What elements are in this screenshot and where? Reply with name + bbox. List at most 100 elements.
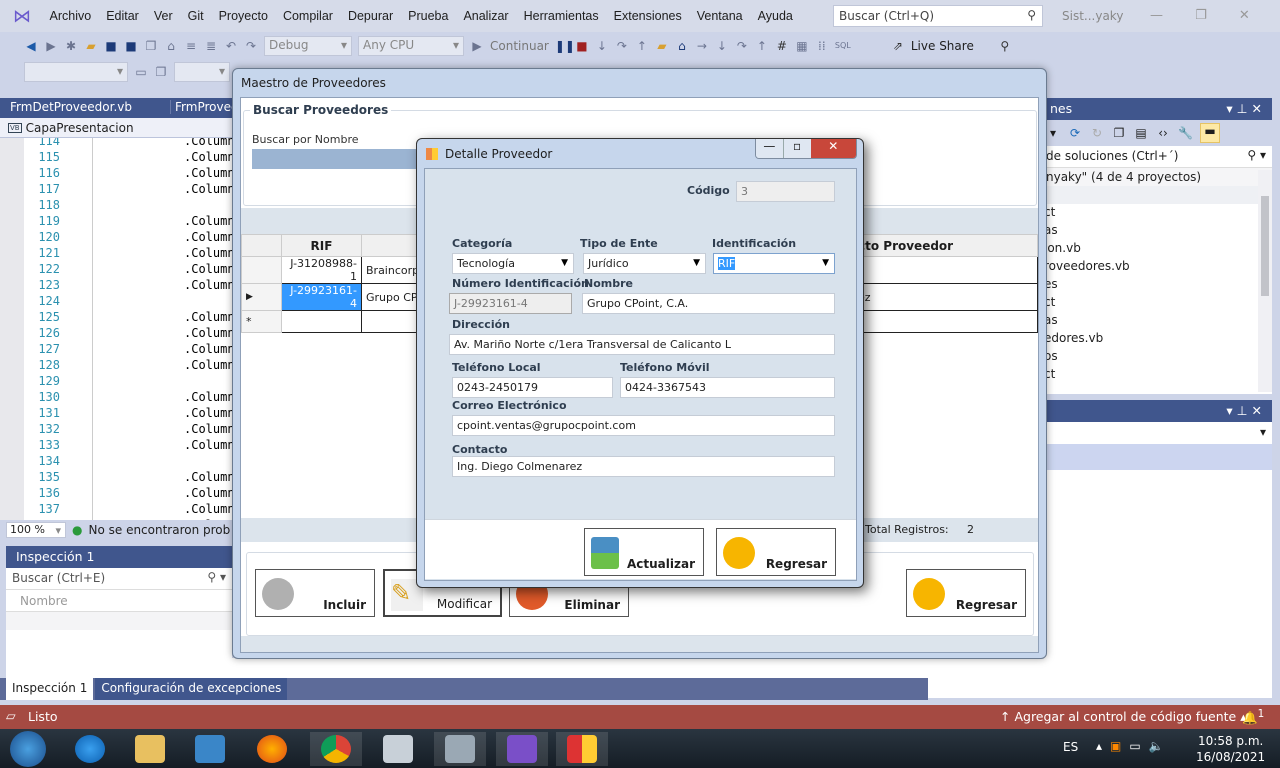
cell-rif[interactable]: J-31208988-1	[281, 256, 362, 284]
sql-icon[interactable]: SQL	[835, 39, 851, 53]
solution-root[interactable]: nyaky" (4 de 4 proyectos)	[1040, 168, 1272, 186]
taskbar-calculator-icon[interactable]	[372, 732, 424, 766]
search-input[interactable]: Buscar (Ctrl+Q) ⚲	[833, 5, 1043, 27]
clock-time[interactable]: 10:58 p.m.	[1198, 734, 1263, 748]
col-contacto[interactable]: cto Proveedor	[853, 234, 1038, 257]
scroll-area[interactable]	[232, 658, 928, 678]
actualizar-button[interactable]: Actualizar	[584, 528, 704, 576]
solution-tree-item[interactable]: roveedores.vb	[1040, 258, 1272, 276]
telefono-local-input[interactable]: 0243-2450179	[452, 377, 613, 398]
forward-icon[interactable]: ▶	[44, 39, 58, 53]
solution-scrollbar[interactable]	[1258, 170, 1272, 392]
issues-status[interactable]: No se encontraron prob	[88, 523, 230, 537]
direccion-input[interactable]: Av. Mariño Norte c/1era Transversal de C…	[449, 334, 835, 355]
tray-icons[interactable]: ▴▣▭🔈	[1096, 739, 1172, 753]
regresar-button[interactable]: Regresar	[906, 569, 1026, 617]
save-all-icon[interactable]: ■	[124, 39, 138, 53]
col-rif[interactable]: RIF	[281, 234, 362, 257]
properties-object-dropdown[interactable]: ▾	[1040, 422, 1272, 444]
scrollbar-thumb[interactable]	[1261, 196, 1269, 296]
menu-proyecto[interactable]: Proyecto	[211, 9, 275, 23]
pause-icon[interactable]: ❚❚	[555, 39, 575, 53]
feedback-icon[interactable]: ⚲	[998, 39, 1012, 53]
current-row-icon[interactable]: ▶	[241, 283, 282, 311]
code-line[interactable]: .Column	[184, 342, 232, 356]
correo-input[interactable]: cpoint.ventas@grupocpoint.com	[452, 415, 835, 436]
menu-herramientas[interactable]: Herramientas	[516, 9, 606, 23]
cell-rif[interactable]: J-29923161-4	[281, 283, 362, 311]
show-all-icon[interactable]: ▤	[1134, 126, 1148, 140]
code-line[interactable]: .Column	[184, 438, 232, 452]
toolbar-combo-2[interactable]	[174, 62, 230, 82]
continue-button[interactable]: Continuar	[490, 39, 549, 53]
code-view-icon[interactable]: ‹›	[1156, 126, 1170, 140]
minimize-button[interactable]: —	[756, 139, 783, 158]
home-icon[interactable]: ⌂	[675, 39, 689, 53]
codigo-input[interactable]: 3	[736, 181, 835, 202]
undo-icon[interactable]: ↶	[224, 39, 238, 53]
menu-extensiones[interactable]: Extensiones	[606, 9, 689, 23]
solution-tree-item[interactable]: edores.vb	[1040, 330, 1272, 348]
clock-date[interactable]: 16/08/2021	[1196, 750, 1265, 764]
live-share-icon[interactable]: ⇗	[891, 39, 905, 53]
properties-icon[interactable]: 🔧	[1178, 126, 1193, 140]
menu-prueba[interactable]: Prueba	[401, 9, 456, 23]
volume-icon[interactable]: 🔈	[1149, 739, 1172, 753]
taskbar-tools-icon[interactable]	[434, 732, 486, 766]
code-line[interactable]: .Column	[184, 422, 232, 436]
code-line[interactable]: .Column	[184, 326, 232, 340]
code-line[interactable]: .Column	[184, 262, 232, 276]
code-line[interactable]: .Column	[184, 502, 232, 516]
numero-input[interactable]: J-29923161-4	[449, 293, 572, 314]
lock-icon[interactable]: ⌂	[164, 39, 178, 53]
code-line[interactable]: .Column	[184, 310, 232, 324]
menu-compilar[interactable]: Compilar	[275, 9, 340, 23]
close-button[interactable]: ✕	[810, 139, 856, 158]
save-icon[interactable]: ■	[104, 39, 118, 53]
language-indicator[interactable]: ES	[1063, 740, 1078, 754]
row-header[interactable]	[241, 256, 282, 284]
new-row-icon[interactable]: *	[241, 310, 282, 333]
play-icon[interactable]: ▶	[470, 39, 484, 53]
grid-icon[interactable]: ⁞⁞	[815, 39, 829, 53]
solution-tree-item[interactable]: as	[1040, 312, 1272, 330]
code-line[interactable]: .Column	[184, 246, 232, 260]
preview-icon[interactable]: ▬	[1200, 123, 1220, 143]
arrow-icon[interactable]: →	[695, 39, 709, 53]
new-project-icon[interactable]: ✱	[64, 39, 78, 53]
code-line[interactable]: .Column	[184, 358, 232, 372]
taskbar-ie-icon[interactable]	[64, 732, 116, 766]
taskbar-media-icon[interactable]	[184, 732, 236, 766]
solution-tree-item[interactable]: os	[1040, 348, 1272, 366]
code-line[interactable]: .Column	[184, 150, 232, 164]
toolbar-combo-1[interactable]	[24, 62, 128, 82]
watch-search-input[interactable]: Buscar (Ctrl+E) ⚲ ▾	[6, 568, 232, 590]
taskbar-app-icon[interactable]	[556, 732, 608, 766]
platform-dropdown[interactable]: Any CPU	[358, 36, 464, 56]
telefono-movil-input[interactable]: 0424-3367543	[620, 377, 835, 398]
step-over-icon[interactable]: ↷	[615, 39, 629, 53]
up-icon[interactable]: ↑	[755, 39, 769, 53]
menu-depurar[interactable]: Depurar	[340, 9, 400, 23]
panel-controls-icon[interactable]: ▾ ⊥ ✕	[1226, 101, 1262, 116]
solution-tree-item[interactable]: ion.vb	[1040, 240, 1272, 258]
step-into-icon[interactable]: ↓	[595, 39, 609, 53]
network-icon[interactable]: ▭	[1129, 739, 1148, 753]
code-editor[interactable]: 114 .Column 115 .Column 116 .Column 117 .Column…	[0, 138, 232, 520]
menu-ver[interactable]: Ver	[146, 9, 180, 23]
open-icon[interactable]: ▰	[84, 39, 98, 53]
diagram-icon[interactable]: ▦	[795, 39, 809, 53]
code-line[interactable]: .Column	[184, 138, 232, 148]
code-line[interactable]: .Column	[184, 182, 232, 196]
dialog-regresar-button[interactable]: Regresar	[716, 528, 836, 576]
categoria-select[interactable]: Tecnología	[452, 253, 574, 274]
solution-search-input[interactable]: de soluciones (Ctrl+´) ⚲ ▾	[1040, 146, 1272, 168]
solution-tree-item[interactable]: ct	[1040, 366, 1272, 384]
refresh-icon[interactable]: ↻	[1090, 126, 1104, 140]
stop-icon[interactable]: ■	[575, 39, 589, 53]
solution-tree-item[interactable]: ct	[1040, 294, 1272, 312]
code-line[interactable]: .Column	[184, 278, 232, 292]
dropdown-icon[interactable]: ▾	[1046, 126, 1060, 140]
sync-icon[interactable]: ⟳	[1068, 126, 1082, 140]
menu-archivo[interactable]: Archivo	[42, 9, 99, 23]
